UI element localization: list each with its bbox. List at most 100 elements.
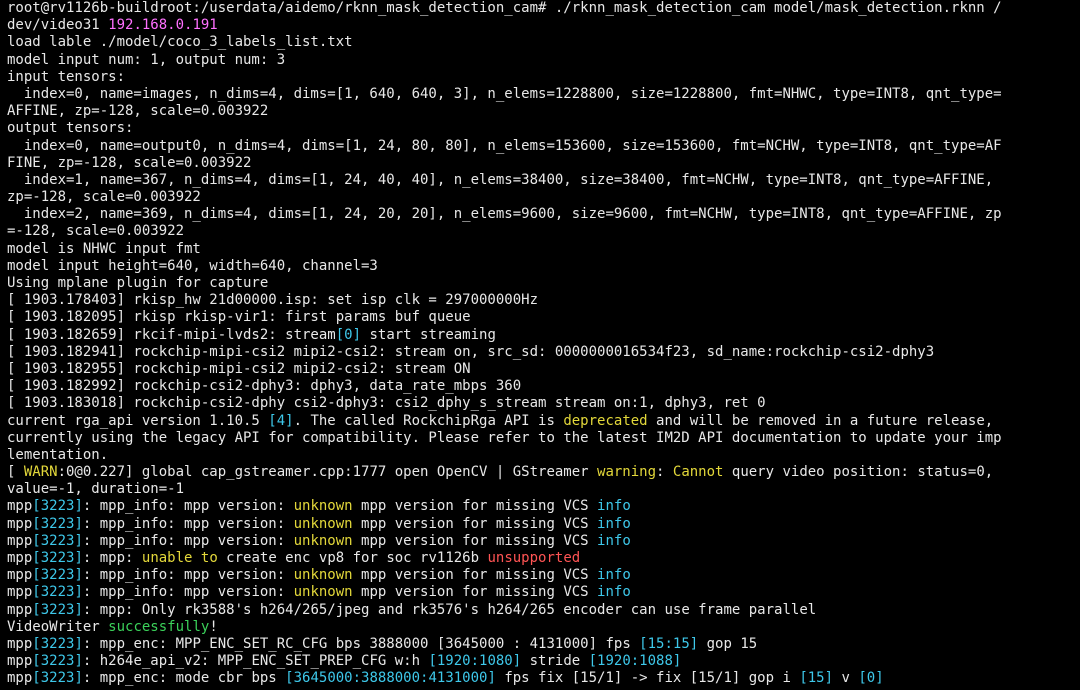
terminal-line: index=0, name=output0, n_dims=4, dims=[1… <box>7 138 1080 155</box>
terminal-text-segment: mpp <box>7 601 33 618</box>
terminal-text-segment: mpp version for missing VCS <box>352 584 598 601</box>
terminal-text-segment: and will be removed in a future release, <box>647 412 994 429</box>
terminal-line: mpp[3223]: mpp_info: mpp version: unknow… <box>7 533 1080 550</box>
terminal-text-segment: fps fix [15/1] -> fix [15/1] gop i <box>495 670 800 687</box>
terminal-text-segment: value=-1, duration=-1 <box>7 481 185 498</box>
terminal-line: input tensors: <box>7 69 1080 86</box>
terminal-text-segment: [3223] <box>32 601 83 618</box>
terminal-text-segment: model is NHWC input fmt <box>7 240 201 257</box>
terminal-text-segment: root@rv1126b-buildroot:/userdata/aidemo/… <box>7 0 1002 16</box>
terminal-text-segment: [3223] <box>32 532 83 549</box>
terminal-line: =-128, scale=0.003922 <box>7 223 1080 240</box>
terminal-text-segment: [ 1903.182955] rockchip-mipi-csi2 mipi2-… <box>7 360 471 377</box>
terminal-text-segment: model input num: 1, output num: 3 <box>7 51 286 68</box>
terminal-text-segment: [15:15] <box>639 635 699 652</box>
terminal-line: mpp[3223]: mpp_info: mpp version: unknow… <box>7 567 1080 584</box>
terminal-text-segment: [ 1903.178403] rkisp_hw 21d00000.isp: se… <box>7 292 539 309</box>
terminal-text-segment: AFFINE, zp=-128, scale=0.003922 <box>7 103 269 120</box>
terminal-text-segment: mpp version for missing VCS <box>352 532 598 549</box>
terminal-text-segment: 192.168.0.191 <box>108 17 218 34</box>
terminal-text-segment: gop 15 <box>698 635 758 652</box>
terminal-text-segment: [3223] <box>32 670 83 687</box>
terminal-text-segment: info <box>597 584 631 601</box>
terminal-text-segment: mpp version for missing VCS <box>352 515 598 532</box>
terminal-text-segment: [1920:1080] <box>428 653 522 670</box>
terminal-line: Using mplane plugin for capture <box>7 275 1080 292</box>
terminal-line: [ 1903.182095] rkisp rkisp-vir1: first p… <box>7 309 1080 326</box>
terminal-line: mpp[3223]: mpp_info: mpp version: unknow… <box>7 584 1080 601</box>
terminal-text-segment: Cannot <box>672 464 724 481</box>
terminal-text-segment: : mpp: <box>82 550 142 566</box>
terminal-text-segment: unknown <box>293 532 353 549</box>
terminal-line: mpp[3223]: h264e_api_v2: MPP_ENC_SET_PRE… <box>7 653 1080 670</box>
terminal-text-segment: stride <box>521 653 589 670</box>
terminal-text-segment: : mpp_info: mpp version: <box>82 515 294 532</box>
terminal-line: model input height=640, width=640, chann… <box>7 258 1080 275</box>
terminal-text-segment: =-128, scale=0.003922 <box>7 223 185 240</box>
terminal-line: currently using the legacy API for compa… <box>7 430 1080 447</box>
terminal-line: mpp[3223]: mpp: Only rk3588's h264/265/j… <box>7 602 1080 619</box>
terminal-line: [ 1903.182941] rockchip-mipi-csi2 mipi2-… <box>7 344 1080 361</box>
terminal-line: lementation. <box>7 447 1080 464</box>
terminal-text-segment: [3223] <box>32 498 83 515</box>
terminal-text-segment: [1920:1088] <box>588 653 682 670</box>
terminal-text-segment: mpp <box>7 498 33 515</box>
terminal-text-segment: [3223] <box>32 515 83 532</box>
terminal-text-segment: unknown <box>293 515 353 532</box>
terminal-text-segment: [3223] <box>32 584 83 601</box>
terminal-line: index=0, name=images, n_dims=4, dims=[1,… <box>7 86 1080 103</box>
terminal-text-segment: Using mplane plugin for capture <box>7 275 269 291</box>
terminal-line: root@rv1126b-buildroot:/userdata/aidemo/… <box>7 0 1080 17</box>
terminal-line: output tensors: <box>7 120 1080 137</box>
terminal-line: mpp[3223]: mpp: unable to create enc vp8… <box>7 550 1080 567</box>
terminal-text-segment: unknown <box>293 584 353 601</box>
terminal-text-segment: :0@0.227] global cap_gstreamer.cpp:1777 … <box>57 464 598 481</box>
terminal-line: mpp[3223]: mpp_info: mpp version: unknow… <box>7 516 1080 533</box>
terminal-line: [ 1903.178403] rkisp_hw 21d00000.isp: se… <box>7 292 1080 309</box>
terminal-text-segment: unknown <box>293 498 353 515</box>
terminal-text-segment: mpp <box>7 635 33 652</box>
terminal-text-segment: deprecated <box>563 412 648 429</box>
terminal-text-segment: : <box>656 464 673 481</box>
terminal-text-segment: info <box>597 515 631 532</box>
terminal-text-segment: [15] <box>799 670 834 687</box>
terminal-text-segment: : mpp_info: mpp version: <box>82 567 294 584</box>
terminal-line: VideoWriter successfully! <box>7 619 1080 636</box>
terminal-output[interactable]: root@rv1126b-buildroot:/userdata/aidemo/… <box>0 0 1080 690</box>
terminal-text-segment: FINE, zp=-128, scale=0.003922 <box>7 154 252 171</box>
terminal-text-segment: [ 1903.182659] rkcif-mipi-lvds2: stream <box>7 326 336 343</box>
terminal-text-segment: [ 1903.182992] rockchip-csi2-dphy3: dphy… <box>7 378 522 395</box>
terminal-line: FINE, zp=-128, scale=0.003922 <box>7 155 1080 172</box>
terminal-text-segment: current rga_api version 1.10.5 <box>7 412 269 429</box>
terminal-text-segment: : mpp_info: mpp version: <box>82 498 294 515</box>
terminal-text-segment: [3223] <box>32 635 83 652</box>
terminal-line: [ 1903.182955] rockchip-mipi-csi2 mipi2-… <box>7 361 1080 378</box>
terminal-line: current rga_api version 1.10.5 [4]. The … <box>7 413 1080 430</box>
terminal-text-segment: : mpp: Only rk3588's h264/265/jpeg and r… <box>82 601 817 618</box>
terminal-text-segment: mpp version for missing VCS <box>352 498 598 515</box>
terminal-line: index=1, name=367, n_dims=4, dims=[1, 24… <box>7 172 1080 189</box>
terminal-text-segment: [3645000:3888000:4131000] <box>285 670 496 687</box>
terminal-text-segment: info <box>597 532 631 549</box>
terminal-text-segment: mpp version for missing VCS <box>352 567 598 584</box>
terminal-line: [ 1903.183018] rockchip-csi2-dphy csi2-d… <box>7 395 1080 412</box>
terminal-text-segment: [0] <box>858 670 884 687</box>
terminal-text-segment: lementation. <box>7 446 109 463</box>
terminal-text-segment: mpp <box>7 515 33 532</box>
terminal-text-segment: load lable ./model/coco_3_labels_list.tx… <box>7 34 353 51</box>
terminal-text-segment: mpp <box>7 532 33 549</box>
terminal-text-segment: output tensors: <box>7 120 134 137</box>
terminal-text-segment: : mpp_info: mpp version: <box>82 532 294 549</box>
terminal-text-segment: : h264e_api_v2: MPP_ENC_SET_PREP_CFG w:h <box>82 653 429 670</box>
terminal-text-segment: ! <box>209 618 218 635</box>
terminal-text-segment: currently using the legacy API for compa… <box>7 429 1002 446</box>
terminal-text-segment: successfully <box>108 618 210 635</box>
terminal-text-segment: [ 1903.183018] rockchip-csi2-dphy csi2-d… <box>7 395 766 412</box>
terminal-text-segment: info <box>597 498 631 515</box>
terminal-line: value=-1, duration=-1 <box>7 481 1080 498</box>
terminal-text-segment: dev/video31 <box>7 17 109 34</box>
terminal-line: [ 1903.182992] rockchip-csi2-dphy3: dphy… <box>7 378 1080 395</box>
terminal-text-segment: input tensors: <box>7 68 126 85</box>
terminal-text-segment: VideoWriter <box>7 618 109 635</box>
terminal-text-segment: [0] <box>335 326 362 343</box>
